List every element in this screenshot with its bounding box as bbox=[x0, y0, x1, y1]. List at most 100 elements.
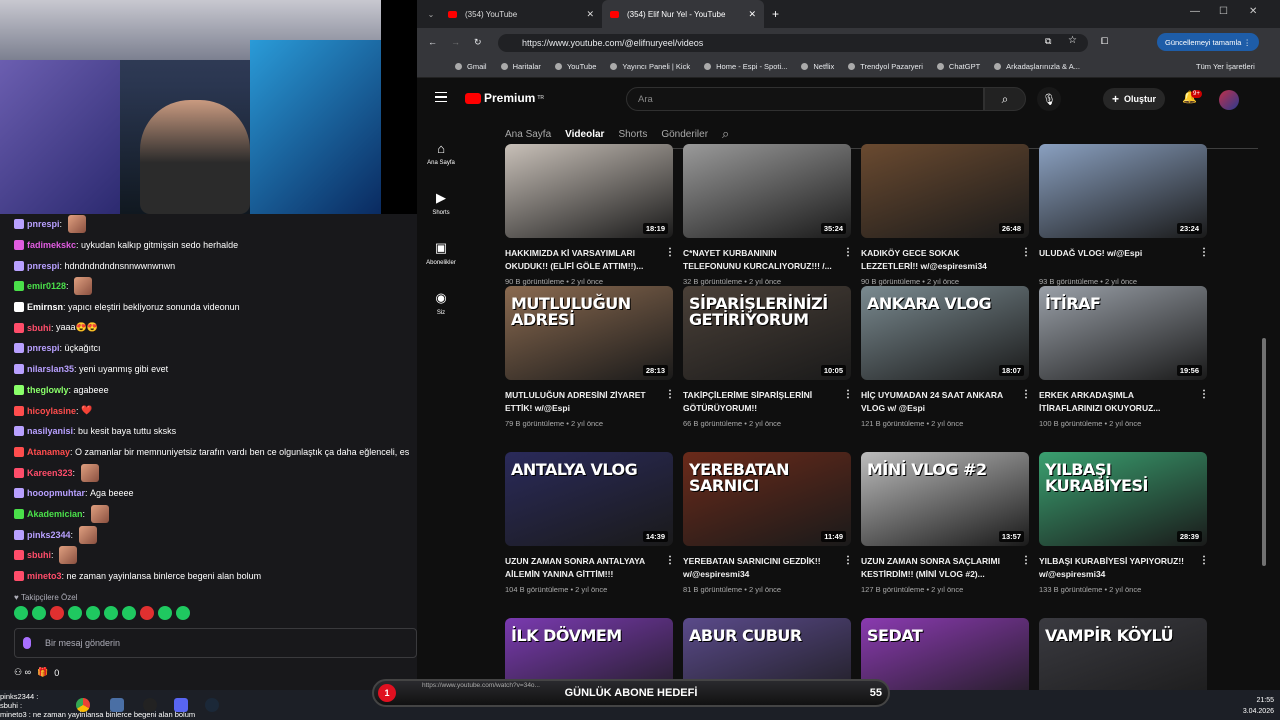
update-button[interactable]: Güncellemeyi tamamla ⋮ bbox=[1157, 33, 1259, 51]
video-thumbnail[interactable]: MİNİ VLOG #2 13:57 bbox=[861, 452, 1029, 546]
emote-icon[interactable] bbox=[176, 606, 190, 620]
chat-username[interactable]: pnrespi bbox=[27, 261, 60, 271]
chat-username[interactable]: emir0128 bbox=[27, 281, 66, 291]
close-window-icon[interactable]: ✕ bbox=[1249, 6, 1257, 17]
video-thumbnail[interactable]: MUTLULUĞUN ADRESİ 28:13 bbox=[505, 286, 673, 380]
chat-username[interactable]: hooopmuhtar bbox=[27, 488, 85, 498]
tab-0[interactable]: Ana Sayfa bbox=[505, 129, 551, 140]
video-title[interactable]: TAKİPÇİLERİME SİPARİŞLERİNİ GÖTÜRÜYORUM!… bbox=[683, 389, 833, 415]
extensions-icon[interactable]: ⧠ bbox=[1101, 36, 1108, 47]
chat-username[interactable]: pnrespi bbox=[27, 343, 60, 353]
more-options-icon[interactable]: ⋮ bbox=[843, 555, 853, 566]
emote-icon[interactable] bbox=[14, 606, 28, 620]
close-icon[interactable]: ✕ bbox=[586, 9, 594, 20]
mic-icon[interactable] bbox=[23, 637, 31, 649]
bookmark-item[interactable]: Yayıncı Paneli | Kick bbox=[610, 62, 690, 71]
chat-input[interactable]: Bir mesaj gönderin bbox=[14, 628, 417, 658]
chat-username[interactable]: hicoylasine bbox=[27, 406, 76, 416]
obs-icon[interactable] bbox=[143, 698, 157, 712]
emote-icon[interactable] bbox=[86, 606, 100, 620]
sidebar-item-home[interactable]: ⌂ Ana Sayfa bbox=[417, 128, 465, 178]
bookmark-star-icon[interactable]: ☆ bbox=[1068, 35, 1077, 46]
emote-bar[interactable] bbox=[0, 604, 417, 622]
more-options-icon[interactable]: ⋮ bbox=[665, 247, 675, 258]
video-title[interactable]: UZUN ZAMAN SONRA ANTALYAYA AİLEMİN YANIN… bbox=[505, 555, 655, 581]
bookmark-item[interactable]: Arkadaşlarınızla & A... bbox=[994, 62, 1080, 71]
video-thumbnail[interactable]: ANKARA VLOG 18:07 bbox=[861, 286, 1029, 380]
chat-username[interactable]: pinks2344 bbox=[27, 530, 71, 540]
chat-username[interactable]: Akademician bbox=[27, 509, 83, 519]
video-thumbnail[interactable]: YILBAŞI KURABİYESİ 28:39 bbox=[1039, 452, 1207, 546]
more-options-icon[interactable]: ⋮ bbox=[665, 555, 675, 566]
video-thumbnail[interactable]: İTİRAF 19:56 bbox=[1039, 286, 1207, 380]
chat-username[interactable]: Emirnsn bbox=[27, 302, 63, 312]
search-icon[interactable]: ⌕ bbox=[722, 126, 729, 142]
voice-search-button[interactable]: 🎙 bbox=[1037, 87, 1061, 111]
chat-username[interactable]: Kareen323 bbox=[27, 468, 73, 478]
video-title[interactable]: KADIKÖY GECE SOKAK LEZZETLERİ!! w/@espir… bbox=[861, 247, 1011, 273]
more-options-icon[interactable]: ⋮ bbox=[1021, 389, 1031, 400]
chat-username[interactable]: Atanamay bbox=[27, 447, 70, 457]
bookmark-item[interactable]: Haritalar bbox=[500, 62, 541, 71]
emote-icon[interactable] bbox=[68, 606, 82, 620]
chat-username[interactable]: nilarslan35 bbox=[27, 364, 74, 374]
video-thumbnail[interactable]: SİPARİŞLERİNİZİ GETİRİYORUM 10:05 bbox=[683, 286, 851, 380]
gift-icon[interactable]: 🎁 bbox=[37, 667, 48, 678]
video-thumbnail[interactable]: SEDAT bbox=[861, 618, 1029, 690]
chat-username[interactable]: pnrespi bbox=[27, 219, 60, 229]
more-options-icon[interactable]: ⋮ bbox=[1021, 555, 1031, 566]
more-options-icon[interactable]: ⋮ bbox=[843, 247, 853, 258]
chat-username[interactable]: theglowly bbox=[27, 385, 69, 395]
emote-icon[interactable] bbox=[104, 606, 118, 620]
scrollbar[interactable] bbox=[1262, 338, 1266, 566]
search-button[interactable]: ⌕ bbox=[984, 87, 1026, 111]
video-thumbnail[interactable]: 18:19 bbox=[505, 144, 673, 238]
bookmark-item[interactable]: YouTube bbox=[554, 62, 596, 71]
more-options-icon[interactable]: ⋮ bbox=[1199, 389, 1209, 400]
bookmark-item[interactable]: Trendyol Pazaryeri bbox=[848, 62, 923, 71]
tab-3[interactable]: Gönderiler bbox=[661, 129, 708, 140]
sidebar-item-you[interactable]: ◉ Siz bbox=[417, 278, 465, 328]
video-thumbnail[interactable]: 26:48 bbox=[861, 144, 1029, 238]
create-button[interactable]: + Oluştur bbox=[1103, 88, 1166, 110]
video-thumbnail[interactable]: 23:24 bbox=[1039, 144, 1207, 238]
close-icon[interactable]: ✕ bbox=[748, 9, 756, 20]
system-clock[interactable]: 21:55 3.04.2026 bbox=[1240, 695, 1274, 717]
tab-elif-nur-yel[interactable]: (354) Elif Nur Yel - YouTube ✕ bbox=[602, 0, 764, 28]
new-tab-button[interactable]: + bbox=[764, 7, 779, 21]
tab-search-icon[interactable]: ⌄ bbox=[422, 10, 440, 19]
all-bookmarks[interactable]: Tüm Yer İşaretleri bbox=[1196, 62, 1255, 71]
video-title[interactable]: YILBAŞI KURABİYESİ YAPIYORUZ!! w/@espire… bbox=[1039, 555, 1189, 581]
url-field[interactable]: https://www.youtube.com/@elifnuryeel/vid… bbox=[498, 34, 1088, 52]
emote-icon[interactable] bbox=[140, 606, 154, 620]
search-input[interactable]: Ara bbox=[626, 87, 984, 111]
more-options-icon[interactable]: ⋮ bbox=[1199, 555, 1209, 566]
discord-icon[interactable] bbox=[174, 698, 188, 712]
more-options-icon[interactable]: ⋮ bbox=[665, 389, 675, 400]
forward-icon[interactable]: → bbox=[451, 37, 460, 47]
tab-1[interactable]: Videolar bbox=[565, 129, 604, 140]
video-title[interactable]: C*NAYET KURBANININ TELEFONUNU KURCALIYOR… bbox=[683, 247, 833, 273]
video-thumbnail[interactable]: ANTALYA VLOG 14:39 bbox=[505, 452, 673, 546]
sidebar-item-shorts[interactable]: ▶ Shorts bbox=[417, 178, 465, 228]
app-icon[interactable] bbox=[110, 698, 124, 712]
video-thumbnail[interactable]: YEREBATAN SARNICI 11:49 bbox=[683, 452, 851, 546]
video-title[interactable]: HİÇ UYUMADAN 24 SAAT ANKARA VLOG w/ @Esp… bbox=[861, 389, 1011, 415]
chat-username[interactable]: sbuhi bbox=[27, 323, 51, 333]
back-icon[interactable]: ← bbox=[428, 37, 437, 47]
reload-icon[interactable]: ↻ bbox=[474, 37, 482, 48]
video-title[interactable]: ERKEK ARKADAŞIMLA İTİRAFLARINIZI OKUYORU… bbox=[1039, 389, 1189, 415]
bookmark-item[interactable]: Home - Espi - Spoti... bbox=[704, 62, 787, 71]
more-options-icon[interactable]: ⋮ bbox=[843, 389, 853, 400]
video-title[interactable]: YEREBATAN SARNICINI GEZDİK!! w/@espiresm… bbox=[683, 555, 833, 581]
maximize-icon[interactable]: ☐ bbox=[1219, 6, 1228, 17]
emote-icon[interactable] bbox=[122, 606, 136, 620]
more-options-icon[interactable]: ⋮ bbox=[1199, 247, 1209, 258]
emote-icon[interactable] bbox=[32, 606, 46, 620]
tab-youtube[interactable]: (354) YouTube ✕ bbox=[440, 0, 602, 28]
avatar[interactable] bbox=[1219, 90, 1239, 110]
steam-icon[interactable] bbox=[205, 698, 219, 712]
bookmark-item[interactable]: Netflix bbox=[801, 62, 834, 71]
install-icon[interactable]: ⧉ bbox=[1045, 36, 1051, 47]
sidebar-item-subscriptions[interactable]: ▣ Abonelikler bbox=[417, 228, 465, 278]
